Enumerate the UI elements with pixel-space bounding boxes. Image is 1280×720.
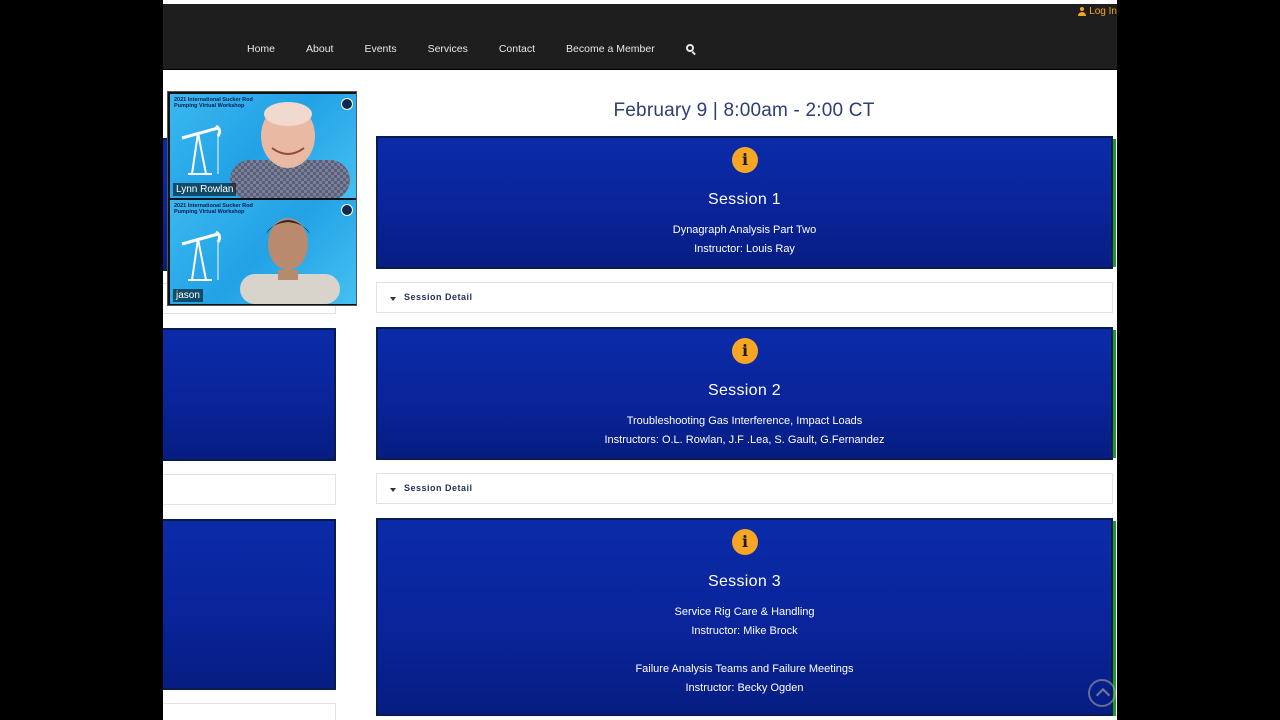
user-icon [1078,7,1087,16]
left-session-panel [163,519,336,690]
session-title: Session 3 [708,573,781,590]
session-topic: Dynagraph Analysis Part Two [672,224,817,236]
video-call-window[interactable]: 2021 International Sucker Rod Pumping Vi… [167,91,357,306]
login-link[interactable]: Log In [1078,6,1117,17]
session-title: Session 2 [708,382,781,399]
nav-about[interactable]: About [306,43,333,55]
session-topic: Troubleshooting Gas Interference, Impact… [626,415,863,427]
date-heading: February 9 | 8:00am - 2:00 CT [613,100,875,121]
caret-down-icon [390,488,396,492]
scroll-to-top-button[interactable] [1088,679,1116,707]
session-topic: Service Rig Care & Handling [674,606,815,618]
browser-viewport: Log In Home About Events Services Contac… [163,0,1117,720]
search-icon[interactable] [685,43,697,55]
participant-name: jason [173,289,203,302]
session-instructor: Instructor: Louis Ray [694,243,795,255]
info-icon: i [732,338,758,364]
participant-video [240,218,340,304]
session-card: i Session 2 Troubleshooting Gas Interfer… [376,327,1113,460]
login-label: Log In [1089,6,1117,17]
nav-home[interactable]: Home [247,43,275,55]
session-detail-label: Session Detail [404,483,473,493]
participant-name: Lynn Rowlan [173,183,237,196]
pumpjack-icon [181,124,222,175]
session-detail-label: Session Detail [404,292,473,302]
main-nav: Home About Events Services Contact Becom… [247,43,697,55]
left-session-detail[interactable] [163,703,336,720]
info-icon: i [732,529,758,555]
session-detail-toggle[interactable]: Session Detail [376,282,1113,313]
session-instructor: Instructor: Becky Ogden [685,682,804,694]
session-instructor: Instructor: Mike Brock [691,625,798,637]
pumpjack-icon [181,230,222,281]
session-card: i Session 3 Service Rig Care & Handling … [376,518,1113,716]
session-topic: Failure Analysis Teams and Failure Meeti… [635,663,854,675]
info-icon: i [732,147,758,173]
nav-become-member[interactable]: Become a Member [566,43,655,55]
session-title: Session 1 [708,191,781,208]
nav-events[interactable]: Events [364,43,396,55]
participant-tile: 2021 International Sucker Rod Pumping Vi… [170,200,356,304]
participant-tile: 2021 International Sucker Rod Pumping Vi… [170,94,356,198]
left-session-detail[interactable] [163,474,336,505]
session-card: i Session 1 Dynagraph Analysis Part Two … [376,136,1113,269]
nav-services[interactable]: Services [428,43,468,55]
left-session-panel [163,328,336,461]
caret-down-icon [390,297,396,301]
site-header: Log In Home About Events Services Contac… [163,4,1117,70]
nav-contact[interactable]: Contact [499,43,535,55]
session-instructor: Instructors: O.L. Rowlan, J.F .Lea, S. G… [604,434,885,446]
accent-edge [1113,139,1116,267]
session-detail-toggle[interactable]: Session Detail [376,473,1113,504]
participant-video [230,102,350,198]
accent-edge [1113,330,1116,458]
